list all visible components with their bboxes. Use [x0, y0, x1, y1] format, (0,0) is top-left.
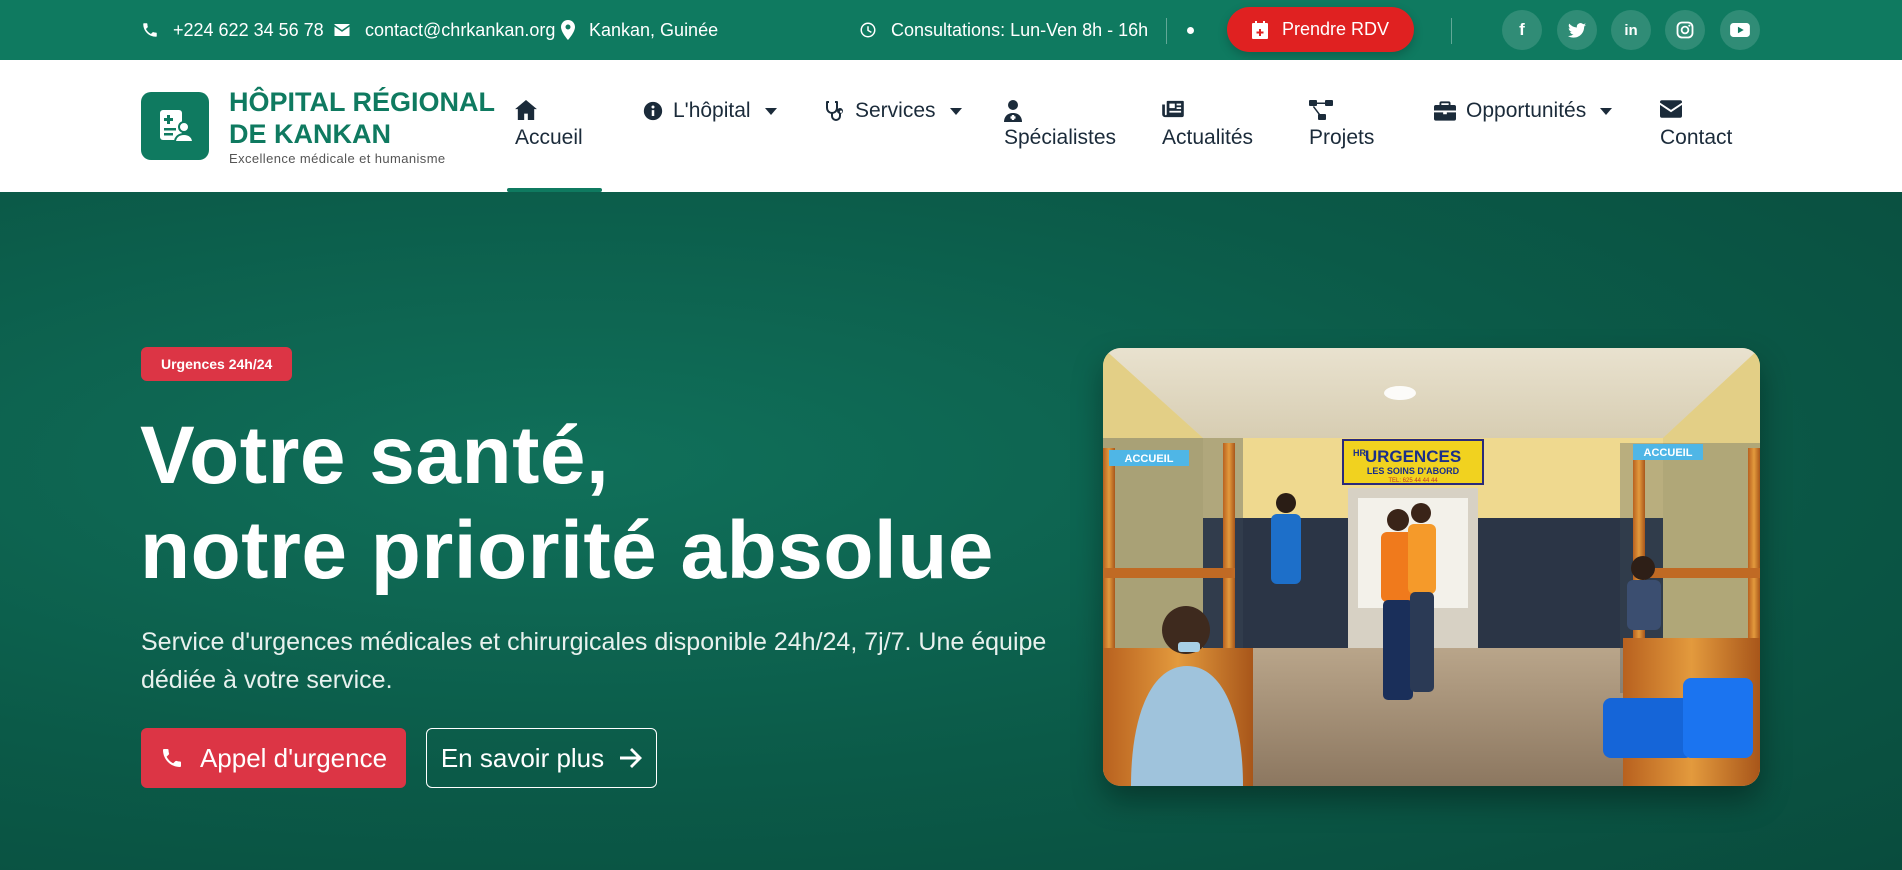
calendar-plus-icon [1251, 20, 1268, 39]
nav-hospital-label: L'hôpital [673, 99, 751, 122]
nav-home-label: Accueil [515, 126, 583, 149]
right-accueil-sign: ACCUEIL [1644, 447, 1693, 459]
newspaper-icon [1162, 100, 1253, 126]
nav-opportunities-label: Opportunités [1466, 99, 1587, 122]
nav-services-label: Services [855, 99, 936, 122]
phone-icon [162, 749, 181, 767]
top-bar: +224 622 34 56 78 contact@chrkankan.org … [0, 0, 1902, 60]
phone-icon [143, 23, 157, 37]
nav-news-label: Actualités [1162, 126, 1254, 149]
nav-projects-label: Projets [1309, 126, 1375, 149]
location-text: Kankan, Guinée [589, 19, 719, 40]
main-navbar: HÔPITAL RÉGIONAL DE KANKAN Excellence mé… [0, 60, 1902, 192]
nav-item-projects[interactable]: Projets [1309, 100, 1374, 150]
urgences-sign-sub: LES SOINS D'ABORD [1367, 466, 1460, 476]
hours-text: Consultations: Lun-Ven 8h - 16h [891, 19, 1149, 40]
arrow-right-icon [620, 748, 643, 768]
emergency-call-button[interactable]: Appel d'urgence [141, 728, 406, 788]
urgences-sign: URGENCES [1365, 447, 1461, 466]
mini-logo-text: HR [1353, 448, 1366, 458]
nav-item-home[interactable]: Accueil [515, 100, 583, 150]
nav-item-hospital[interactable]: L'hôpital [643, 99, 777, 123]
hero-lead: Service d'urgences médicales et chirurgi… [141, 628, 1047, 694]
info-circle-icon [643, 101, 663, 121]
twitter-icon[interactable] [1557, 10, 1597, 50]
clock-icon [860, 22, 876, 38]
email-address: contact@chrkankan.org [365, 19, 556, 40]
home-icon [515, 100, 583, 126]
learn-more-label: En savoir plus [440, 742, 605, 773]
urgences-sign-tel: TEL: 625 44 44 44 [1388, 478, 1438, 484]
phone-info[interactable]: +224 622 34 56 78 [141, 0, 324, 60]
reception-illustration: URGENCES LES SOINS D'ABORD TEL: 625 44 4… [1103, 348, 1760, 786]
map-marker-icon [561, 20, 575, 40]
user-doctor-icon [1004, 100, 1116, 126]
brand-name[interactable]: HÔPITAL RÉGIONAL DE KANKAN [229, 86, 495, 150]
left-accueil-sign: ACCUEIL [1125, 453, 1174, 465]
learn-more-button[interactable]: En savoir plus [426, 728, 657, 788]
youtube-icon[interactable] [1720, 10, 1760, 50]
envelope-icon [1660, 100, 1732, 126]
stethoscope-icon [826, 101, 843, 121]
hero-title: Votre santé, notre priorité absolue [140, 408, 994, 598]
email-info[interactable]: contact@chrkankan.org [333, 0, 555, 60]
nav-item-contact[interactable]: Contact [1660, 100, 1732, 150]
medical-file-icon [160, 110, 195, 143]
location-info: Kankan, Guinée [561, 0, 718, 60]
divider [1451, 18, 1452, 44]
hours-info: Consultations: Lun-Ven 8h - 16h [859, 0, 1148, 60]
instagram-icon[interactable] [1665, 10, 1705, 50]
nav-item-specialists[interactable]: Spécialistes [1004, 100, 1116, 150]
nav-specialists-label: Spécialistes [1004, 126, 1117, 149]
dot-separator [1187, 27, 1194, 34]
brand-tagline: Excellence médicale et humanisme [229, 151, 446, 166]
brand-line-1: HÔPITAL RÉGIONAL [229, 87, 496, 117]
hero-title-line-1: Votre santé, [140, 410, 610, 501]
emergency-reception-photo: URGENCES LES SOINS D'ABORD TEL: 625 44 4… [1103, 348, 1760, 786]
linkedin-icon[interactable]: in [1611, 10, 1651, 50]
divider [1166, 18, 1167, 44]
phone-number: +224 622 34 56 78 [173, 19, 324, 40]
appointment-label: Prendre RDV [1281, 19, 1390, 39]
envelope-icon [334, 24, 350, 36]
nav-item-news[interactable]: Actualités [1162, 100, 1253, 150]
briefcase-icon [1434, 101, 1456, 121]
nav-item-services[interactable]: Services [825, 99, 962, 123]
chevron-down-icon [764, 107, 777, 115]
facebook-icon[interactable]: f [1502, 10, 1542, 50]
hero-title-line-2: notre priorité absolue [140, 505, 994, 596]
appointment-button[interactable]: Prendre RDV [1227, 7, 1414, 52]
nav-contact-label: Contact [1660, 126, 1733, 149]
chevron-down-icon [1600, 107, 1613, 115]
nav-item-opportunities[interactable]: Opportunités [1434, 99, 1613, 123]
chevron-down-icon [949, 107, 962, 115]
hospital-logo[interactable] [141, 92, 209, 160]
emergency-call-label: Appel d'urgence [199, 742, 388, 773]
brand-line-2: DE KANKAN [229, 119, 391, 149]
emergency-badge: Urgences 24h/24 [141, 347, 293, 381]
project-diagram-icon [1309, 100, 1374, 126]
